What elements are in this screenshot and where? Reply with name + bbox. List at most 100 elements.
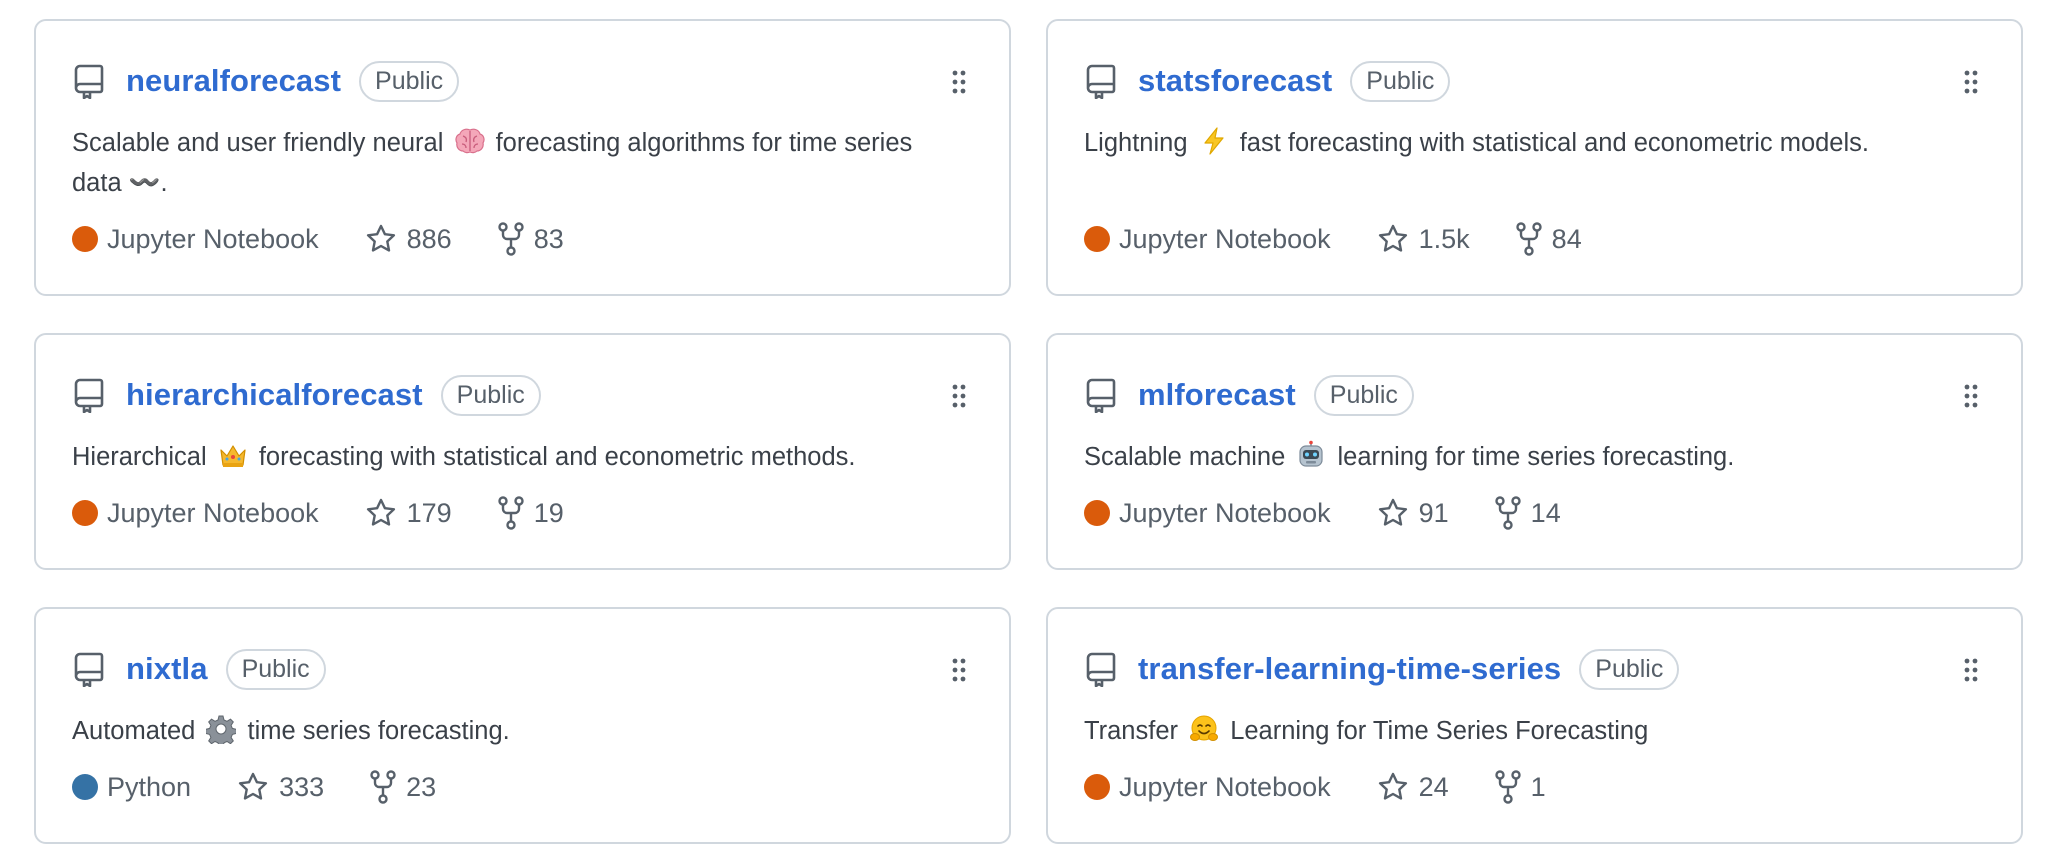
description-text: fast forecasting with statistical and ec… [1239,129,1869,157]
forks-link[interactable]: 83 [497,222,564,256]
repo-description: Scalable machine learning for time serie… [1084,437,2001,477]
forks-count: 19 [533,497,564,528]
repo-forked-icon [497,222,524,256]
stars-link[interactable]: 91 [1377,497,1449,529]
language-label: Jupyter Notebook [107,223,319,254]
stars-link[interactable]: 333 [237,771,324,803]
pinned-repo-card: transfer-learning-time-series Public Tra… [1046,607,2023,844]
language-color-dot [1084,226,1110,252]
forks-link[interactable]: 19 [497,496,564,530]
language-color-dot [1084,774,1110,800]
pinned-repo-card: neuralforecast Public Scalable and user … [34,19,1011,296]
stars-count: 886 [406,223,452,254]
pinned-repo-card: hierarchicalforecast Public Hierarchical… [34,333,1011,570]
repo-forked-icon [497,496,524,530]
forks-count: 23 [406,771,437,802]
forks-link[interactable]: 14 [1494,496,1561,530]
description-text: Scalable and user friendly neural [72,129,444,157]
repo-description: Hierarchical forecasting with statistica… [72,437,989,477]
grabber-icon[interactable] [951,383,967,409]
forks-count: 83 [533,223,564,254]
repo-meta: Jupyter Notebook 24 1 [1084,769,1546,805]
visibility-badge: Public [225,648,326,690]
description-text: Learning for Time Series Forecasting [1230,717,1649,745]
description-text: Hierarchical [72,443,207,471]
forks-link[interactable]: 1 [1494,770,1546,804]
repo-title-row: statsforecast Public [1138,59,1451,103]
gear-emoji [206,715,237,744]
repo-meta: Jupyter Notebook 1.5k 84 [1084,221,1582,257]
forks-count: 1 [1530,771,1546,802]
description-text: time series forecasting. [247,717,510,745]
robot-emoji [1299,440,1323,467]
visibility-badge: Public [1350,60,1451,102]
repo-forked-icon [370,770,396,804]
repo-name-link[interactable]: transfer-learning-time-series [1138,651,1561,687]
stars-link[interactable]: 179 [365,497,452,529]
hugging-face-emoji [1190,715,1219,741]
repo-icon [74,652,104,687]
repo-forked-icon [1494,770,1521,804]
language-label: Jupyter Notebook [1119,497,1331,528]
repo-description: Scalable and user friendly neural foreca… [72,123,929,203]
repo-title-row: nixtla Public [126,647,326,691]
stars-count: 1.5k [1418,223,1470,254]
repo-name-link[interactable]: neuralforecast [126,63,341,99]
forks-count: 14 [1530,497,1561,528]
repo-name-link[interactable]: nixtla [126,651,208,687]
description-text: Lightning [1084,129,1188,157]
visibility-badge: Public [359,60,460,102]
pinned-repo-card: nixtla Public Automated time series fore… [34,607,1011,844]
visibility-badge: Public [1313,374,1414,416]
language-color-dot [72,226,98,252]
zap-emoji [1204,127,1224,155]
stars-link[interactable]: 24 [1377,771,1449,803]
forks-link[interactable]: 84 [1515,222,1582,256]
grabber-icon[interactable] [1963,657,1979,683]
repo-title-row: transfer-learning-time-series Public [1138,647,1680,691]
repo-forked-icon [1515,222,1542,256]
star-icon [366,224,395,252]
stars-count: 333 [279,771,325,802]
repo-name-link[interactable]: hierarchicalforecast [126,377,423,413]
repo-title-row: hierarchicalforecast Public [126,373,541,417]
brain-emoji [454,128,485,154]
stars-link[interactable]: 886 [365,223,452,255]
repo-description: Transfer Learning for Time Series Foreca… [1084,711,2001,751]
repo-icon [1086,652,1116,687]
repo-icon [1086,64,1116,99]
stars-link[interactable]: 1.5k [1377,223,1470,255]
repo-icon [74,64,104,99]
crown-emoji [220,445,246,467]
forks-count: 84 [1551,223,1582,254]
language-color-dot [72,774,98,800]
repo-name-link[interactable]: mlforecast [1138,377,1296,413]
repo-name-link[interactable]: statsforecast [1138,63,1332,99]
grabber-icon[interactable] [951,69,967,95]
repo-title-row: neuralforecast Public [126,59,460,103]
star-icon [1378,772,1407,800]
visibility-badge: Public [1579,648,1680,690]
star-icon [1378,498,1407,526]
grabber-icon[interactable] [1963,69,1979,95]
language-label: Jupyter Notebook [1119,223,1331,254]
repo-meta: Python 333 23 [72,769,436,805]
language-label: Jupyter Notebook [107,497,319,528]
description-text: learning for time series forecasting. [1337,443,1735,471]
description-text: Transfer [1084,717,1178,745]
forks-link[interactable]: 23 [370,770,436,804]
repo-title-row: mlforecast Public [1138,373,1414,417]
stars-count: 91 [1418,497,1449,528]
repo-icon [1086,378,1116,413]
description-text: forecasting with statistical and econome… [258,443,856,471]
repo-meta: Jupyter Notebook 886 83 [72,221,564,257]
repo-meta: Jupyter Notebook 179 19 [72,495,564,531]
stars-count: 24 [1418,771,1449,802]
pinned-repositories-grid: neuralforecast Public Scalable and user … [0,0,2054,860]
language-label: Python [107,771,192,802]
grabber-icon[interactable] [1963,383,1979,409]
language-color-dot [1084,500,1110,526]
grabber-icon[interactable] [951,657,967,683]
repo-description: Lightning fast forecasting with statisti… [1084,123,2001,163]
repo-meta: Jupyter Notebook 91 14 [1084,495,1561,531]
